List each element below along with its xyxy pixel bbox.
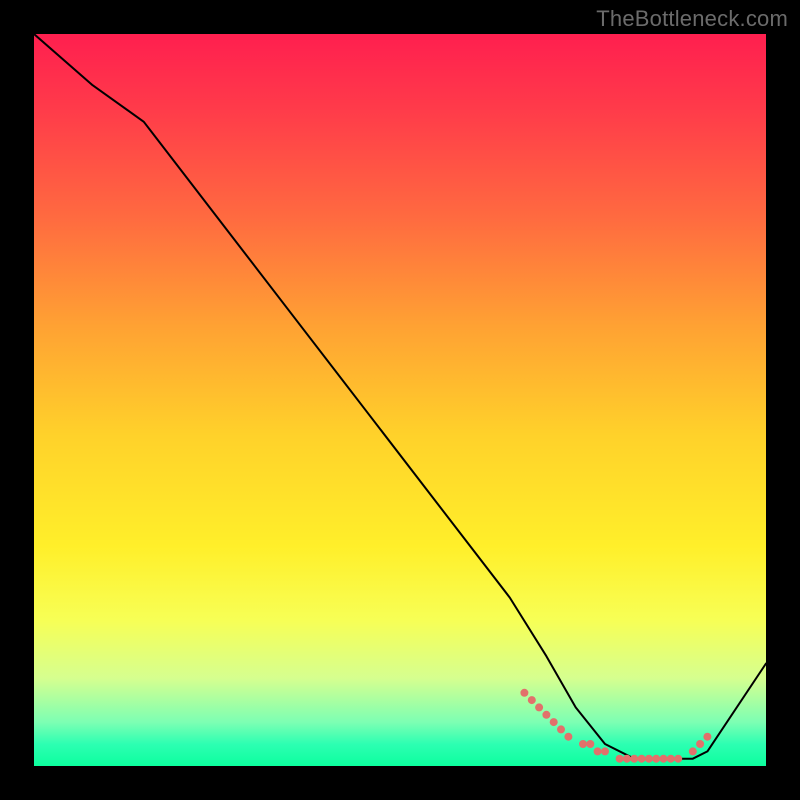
marker-dot <box>564 733 572 741</box>
chart-svg <box>34 34 766 766</box>
marker-dot <box>645 755 653 763</box>
marker-dot <box>601 747 609 755</box>
marker-dot <box>520 689 528 697</box>
chart-frame: TheBottleneck.com <box>0 0 800 800</box>
marker-dot <box>667 755 675 763</box>
plot-area <box>34 34 766 766</box>
bottleneck-curve <box>34 34 766 759</box>
marker-dot <box>616 755 624 763</box>
marker-dot <box>652 755 660 763</box>
marker-dot <box>594 747 602 755</box>
marker-dot <box>586 740 594 748</box>
marker-dot <box>660 755 668 763</box>
marker-dot <box>630 755 638 763</box>
marker-cluster <box>520 689 711 763</box>
marker-dot <box>579 740 587 748</box>
watermark-text: TheBottleneck.com <box>596 6 788 32</box>
marker-dot <box>638 755 646 763</box>
marker-dot <box>623 755 631 763</box>
marker-dot <box>689 747 697 755</box>
marker-dot <box>550 718 558 726</box>
marker-dot <box>542 711 550 719</box>
marker-dot <box>528 696 536 704</box>
marker-dot <box>674 755 682 763</box>
marker-dot <box>703 733 711 741</box>
marker-dot <box>696 740 704 748</box>
marker-dot <box>557 725 565 733</box>
marker-dot <box>535 703 543 711</box>
